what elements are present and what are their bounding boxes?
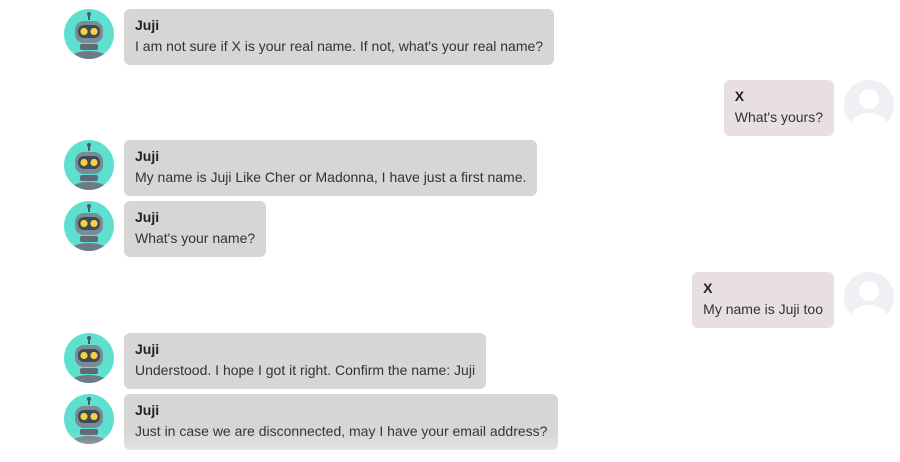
robot-icon xyxy=(64,9,114,59)
robot-icon xyxy=(64,333,114,383)
chat-message-user: X What's yours? xyxy=(723,80,894,136)
sender-name: Juji xyxy=(135,402,160,418)
sender-name: Juji xyxy=(135,17,160,33)
sender-name: Juji xyxy=(135,341,160,357)
robot-icon xyxy=(64,140,114,190)
chat-message-bot: Juji My name is Juji Like Cher or Madonn… xyxy=(64,140,538,196)
message-bubble: Juji My name is Juji Like Cher or Madonn… xyxy=(124,140,538,196)
message-bubble: Juji What's your name? xyxy=(124,201,267,257)
message-text: Understood. I hope I got it right. Confi… xyxy=(135,362,476,378)
user-silhouette-icon xyxy=(844,80,894,130)
message-bubble: X My name is Juji too xyxy=(692,272,834,328)
message-bubble: Juji I am not sure if X is your real nam… xyxy=(124,9,555,65)
chat-message-user: X My name is Juji too xyxy=(692,272,894,328)
message-text: My name is Juji Like Cher or Madonna, I … xyxy=(135,169,527,185)
message-bubble: Juji Just in case we are disconnected, m… xyxy=(124,394,559,450)
chat-message-bot: Juji What's your name? xyxy=(64,201,267,257)
robot-icon xyxy=(64,201,114,251)
message-text: My name is Juji too xyxy=(703,301,823,317)
robot-icon xyxy=(64,394,114,444)
message-text: Just in case we are disconnected, may I … xyxy=(135,423,548,439)
sender-name: Juji xyxy=(135,209,160,225)
message-text: I am not sure if X is your real name. If… xyxy=(135,38,544,54)
sender-name: X xyxy=(734,88,745,104)
message-bubble: X What's yours? xyxy=(723,80,834,136)
chat-message-bot: Juji Understood. I hope I got it right. … xyxy=(64,333,487,389)
user-silhouette-icon xyxy=(844,272,894,322)
sender-name: Juji xyxy=(135,148,160,164)
chat-message-bot: Juji I am not sure if X is your real nam… xyxy=(64,9,555,65)
message-text: What's yours? xyxy=(734,109,823,125)
message-text: What's your name? xyxy=(135,230,256,246)
message-bubble: Juji Understood. I hope I got it right. … xyxy=(124,333,487,389)
chat-message-bot: Juji Just in case we are disconnected, m… xyxy=(64,394,559,450)
sender-name: X xyxy=(703,280,713,296)
